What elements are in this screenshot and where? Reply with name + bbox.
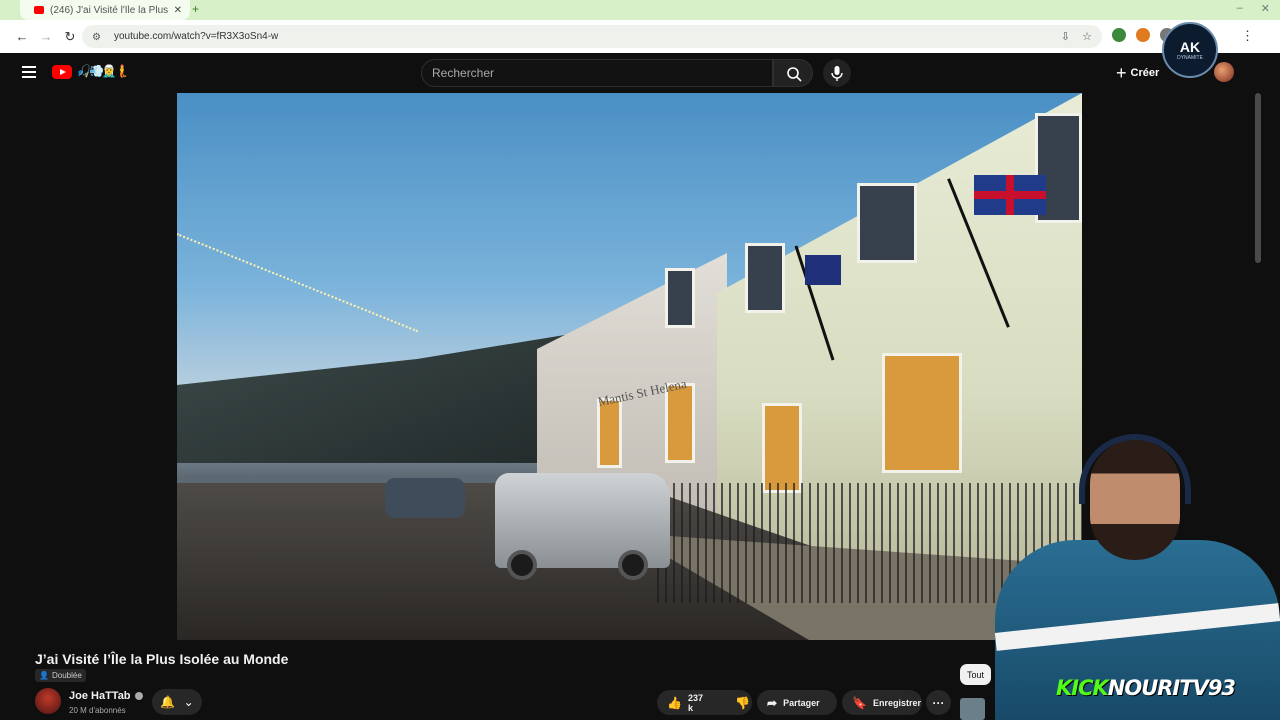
browser-tabbar: (246) J'ai Visité l'Île la Plus ... ✕ + …	[0, 0, 1280, 20]
close-window-icon[interactable]: ✕	[1261, 2, 1270, 15]
minimize-icon[interactable]: –	[1237, 2, 1243, 15]
more-actions-button[interactable]: ···	[926, 690, 951, 715]
youtube-favicon-icon	[34, 6, 44, 14]
new-tab-icon[interactable]: +	[192, 2, 199, 16]
chevron-down-icon: ⌄	[183, 695, 194, 709]
like-button[interactable]: 👍 237 k	[657, 690, 713, 715]
string-lights	[177, 233, 419, 387]
bell-icon: 🔔	[160, 695, 176, 709]
extension-icon[interactable]	[1112, 28, 1126, 42]
more-icon: ···	[932, 695, 945, 710]
browser-toolbar: ← → ↻ ⚙ youtube.com/watch?v=fR3X3oSn4-w …	[0, 20, 1280, 53]
dislike-icon: 👎	[734, 695, 750, 710]
video-suv	[495, 473, 670, 580]
ak-dynamite-logo: AK DYNAMITE	[1162, 22, 1218, 78]
share-icon: ➦	[767, 695, 778, 710]
headphones	[1079, 434, 1191, 504]
notification-button[interactable]: 🔔 ⌄	[152, 689, 202, 715]
address-bar[interactable]: ⚙ youtube.com/watch?v=fR3X3oSn4-w ⇩ ☆	[82, 25, 1102, 48]
browser-menu-icon[interactable]: ⋮	[1241, 28, 1254, 44]
save-label: Enregistrer	[872, 697, 921, 708]
browser-tab[interactable]: (246) J'ai Visité l'Île la Plus ... ✕	[20, 0, 190, 20]
verified-icon	[134, 692, 143, 700]
channel-name[interactable]: Joe HaTTab	[69, 690, 143, 702]
bookmark-star-icon[interactable]: ☆	[1082, 30, 1092, 43]
video-lit-window	[762, 403, 802, 493]
extension-icon[interactable]	[1136, 28, 1150, 42]
reload-icon[interactable]: ↻	[58, 29, 82, 45]
webcam-overlay	[994, 420, 1280, 720]
account-avatar[interactable]	[1214, 62, 1234, 82]
forward-icon[interactable]: →	[34, 29, 58, 44]
video-parked-car	[385, 478, 465, 518]
share-button[interactable]: ➦ Partager	[757, 690, 837, 715]
video-window	[665, 268, 695, 328]
save-button[interactable]: 🔖 Enregistrer	[842, 690, 922, 715]
dubbed-label: Doublée	[51, 671, 82, 680]
channel-name-text[interactable]: Joe HaTTab	[69, 690, 131, 702]
create-button[interactable]: + Créer	[1110, 61, 1165, 85]
search-button[interactable]	[773, 59, 813, 87]
close-tab-icon[interactable]: ✕	[174, 5, 182, 16]
video-player[interactable]: Mantis St Helena	[177, 93, 1082, 640]
dubbed-badge: 👤 Doublée	[35, 669, 86, 682]
search-input[interactable]: Rechercher	[421, 59, 773, 87]
back-icon[interactable]: ←	[10, 29, 34, 44]
kick-watermark: KICKNOURITV93	[1056, 676, 1236, 700]
video-title: J’ai Visité l’Île la Plus Isolée au Mond…	[35, 651, 289, 667]
tab-title: (246) J'ai Visité l'Île la Plus ...	[50, 4, 168, 16]
like-icon: 👍	[667, 695, 682, 710]
page-scrollbar[interactable]	[1255, 93, 1261, 263]
url-text[interactable]: youtube.com/watch?v=fR3X3oSn4-w	[114, 31, 1049, 42]
search-icon	[787, 67, 802, 82]
kick-brand: KICK	[1056, 676, 1109, 700]
recommended-thumbnail[interactable]	[960, 698, 985, 720]
kick-channel: NOURITV93	[1107, 676, 1236, 700]
plus-icon: +	[1116, 63, 1127, 83]
ak-badge-subtext: DYNAMITE	[1177, 55, 1203, 61]
install-icon[interactable]: ⇩	[1061, 30, 1070, 43]
menu-icon[interactable]	[22, 66, 36, 78]
car-wheel	[507, 550, 537, 580]
subscriber-count: 20 M d'abonnés	[69, 706, 126, 715]
st-helena-flag	[805, 255, 841, 285]
video-window	[857, 183, 917, 263]
ak-badge-text: AK	[1179, 39, 1201, 55]
like-dislike-group: 👍 237 k 👎	[657, 690, 752, 715]
dubbed-icon: 👤	[39, 671, 49, 680]
dislike-button[interactable]: 👎	[725, 690, 760, 715]
save-icon: 🔖	[852, 695, 867, 710]
mic-icon	[831, 66, 843, 81]
chip-all[interactable]: Tout	[960, 664, 992, 685]
voice-search-button[interactable]	[823, 59, 851, 87]
like-count: 237 k	[687, 692, 703, 713]
video-window	[745, 243, 785, 313]
site-settings-icon[interactable]: ⚙	[92, 32, 106, 43]
youtube-header: 🎣💨🧝‍♂️🧜 Rechercher + Créer	[0, 53, 1280, 93]
share-label: Partager	[783, 697, 820, 708]
window-controls: – ✕	[1237, 2, 1270, 15]
create-label: Créer	[1130, 67, 1160, 79]
channel-avatar[interactable]	[35, 688, 61, 714]
youtube-logo[interactable]	[52, 65, 72, 79]
car-wheel	[618, 550, 648, 580]
video-lit-window	[882, 353, 962, 473]
uk-flag	[974, 175, 1046, 215]
doodle-logo[interactable]: 🎣💨🧝‍♂️🧜	[76, 64, 130, 78]
